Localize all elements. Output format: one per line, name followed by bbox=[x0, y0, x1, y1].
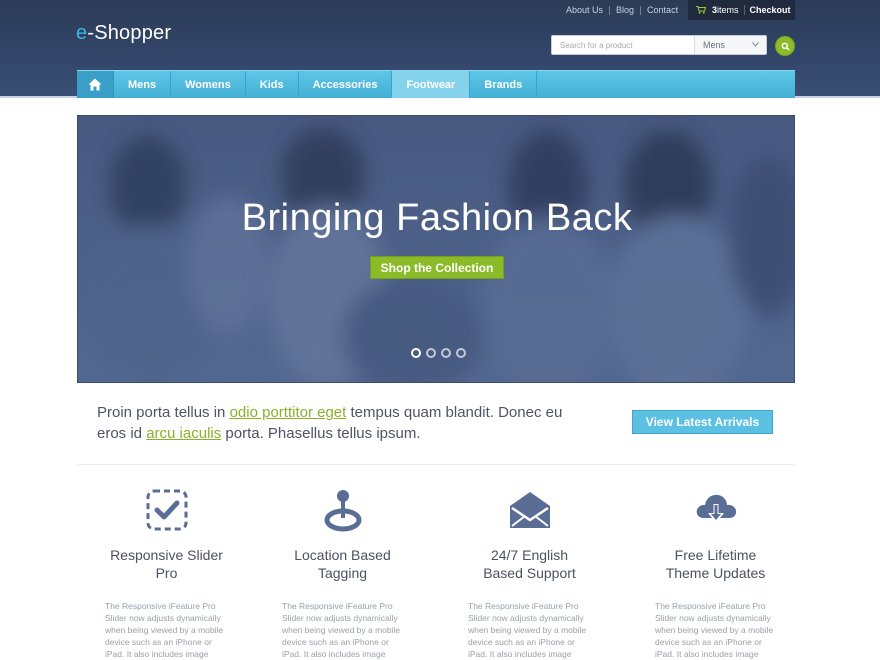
blog-link[interactable]: Blog bbox=[616, 5, 634, 15]
feature-title: 24/7 English Based Support bbox=[483, 547, 576, 581]
feature-responsive-slider: Responsive Slider Pro The Responsive iFea… bbox=[84, 488, 249, 660]
cart-bar: 3 items Checkout bbox=[688, 0, 795, 20]
divider bbox=[609, 5, 611, 15]
checkout-link[interactable]: Checkout bbox=[750, 5, 791, 15]
search-icon bbox=[781, 42, 790, 51]
nav-item-mens[interactable]: Mens bbox=[114, 71, 172, 98]
cart-icon[interactable] bbox=[696, 6, 706, 14]
cart-items-label[interactable]: items bbox=[717, 5, 739, 15]
feature-icon bbox=[633, 488, 798, 532]
intro-link-1[interactable]: odio porttitor eget bbox=[230, 404, 347, 421]
nav-item-accessories[interactable]: Accessories bbox=[299, 71, 393, 98]
chevron-down-icon bbox=[752, 42, 759, 47]
feature-description: The Responsive iFeature Pro Slider now ad… bbox=[282, 601, 401, 659]
feature-icon bbox=[260, 488, 425, 532]
nav-item-womens[interactable]: Womens bbox=[171, 71, 246, 98]
logo-text: -Shopper bbox=[87, 22, 172, 44]
intro-text-part: Proin porta tellus in bbox=[97, 404, 230, 421]
slide-dot-1[interactable] bbox=[411, 348, 421, 358]
feature-title: Responsive Slider Pro bbox=[110, 547, 223, 581]
intro-text: Proin porta tellus in odio porttitor ege… bbox=[97, 402, 587, 444]
nav-item-footwear[interactable]: Footwear bbox=[392, 71, 471, 98]
feature-theme-updates: Free Lifetime Theme Updates The Responsiv… bbox=[633, 488, 798, 660]
logo-accent: e bbox=[76, 22, 88, 44]
category-select[interactable]: Mens bbox=[694, 36, 766, 54]
site-header: e-Shopper About Us Blog Contact 3 items … bbox=[0, 0, 880, 98]
slide-dot-4[interactable] bbox=[456, 348, 466, 358]
checkbox-icon bbox=[146, 489, 187, 531]
cloud-download-icon bbox=[696, 494, 736, 523]
home-button[interactable] bbox=[77, 71, 114, 98]
feature-description: The Responsive iFeature Pro Slider now ad… bbox=[105, 601, 224, 659]
feature-english-support: 24/7 English Based Support The Responsive… bbox=[447, 488, 612, 660]
main-nav: Mens Womens Kids Accessories Footwear Br… bbox=[77, 70, 795, 98]
slide-dot-2[interactable] bbox=[426, 348, 436, 358]
feature-location-tagging: Location Based Tagging The Responsive iFe… bbox=[260, 488, 425, 660]
search-input[interactable] bbox=[552, 36, 694, 54]
site-logo[interactable]: e-Shopper bbox=[76, 22, 171, 45]
divider bbox=[743, 5, 745, 15]
search-bar: Mens bbox=[551, 35, 767, 55]
divider bbox=[640, 5, 642, 15]
intro-link-2[interactable]: arcu iaculis bbox=[146, 425, 221, 442]
shop-collection-button[interactable]: Shop the Collection bbox=[370, 256, 504, 279]
feature-icon bbox=[84, 488, 249, 532]
feature-title: Location Based Tagging bbox=[294, 547, 391, 581]
map-pin-icon bbox=[324, 490, 361, 532]
section-divider bbox=[77, 464, 795, 465]
slide-dot-3[interactable] bbox=[441, 348, 451, 358]
view-latest-arrivals-button[interactable]: View Latest Arrivals bbox=[632, 410, 773, 434]
feature-description: The Responsive iFeature Pro Slider now ad… bbox=[468, 601, 587, 659]
hero-background-image bbox=[78, 116, 794, 382]
feature-title: Free Lifetime Theme Updates bbox=[665, 547, 766, 581]
hero-slider: Bringing Fashion Back Shop the Collectio… bbox=[77, 115, 795, 383]
envelope-icon bbox=[509, 492, 550, 528]
contact-link[interactable]: Contact bbox=[647, 5, 678, 15]
nav-item-kids[interactable]: Kids bbox=[246, 71, 299, 98]
search-button[interactable] bbox=[775, 36, 795, 56]
about-us-link[interactable]: About Us bbox=[566, 5, 603, 15]
top-links: About Us Blog Contact bbox=[566, 0, 678, 20]
home-icon bbox=[88, 78, 102, 91]
feature-description: The Responsive iFeature Pro Slider now ad… bbox=[655, 601, 774, 659]
feature-icon bbox=[447, 488, 612, 532]
category-select-value: Mens bbox=[703, 40, 726, 50]
slider-pagination bbox=[411, 348, 466, 358]
intro-text-part: porta. Phasellus tellus ipsum. bbox=[221, 425, 421, 442]
nav-item-brands[interactable]: Brands bbox=[470, 71, 538, 98]
hero-title: Bringing Fashion Back bbox=[241, 197, 633, 239]
